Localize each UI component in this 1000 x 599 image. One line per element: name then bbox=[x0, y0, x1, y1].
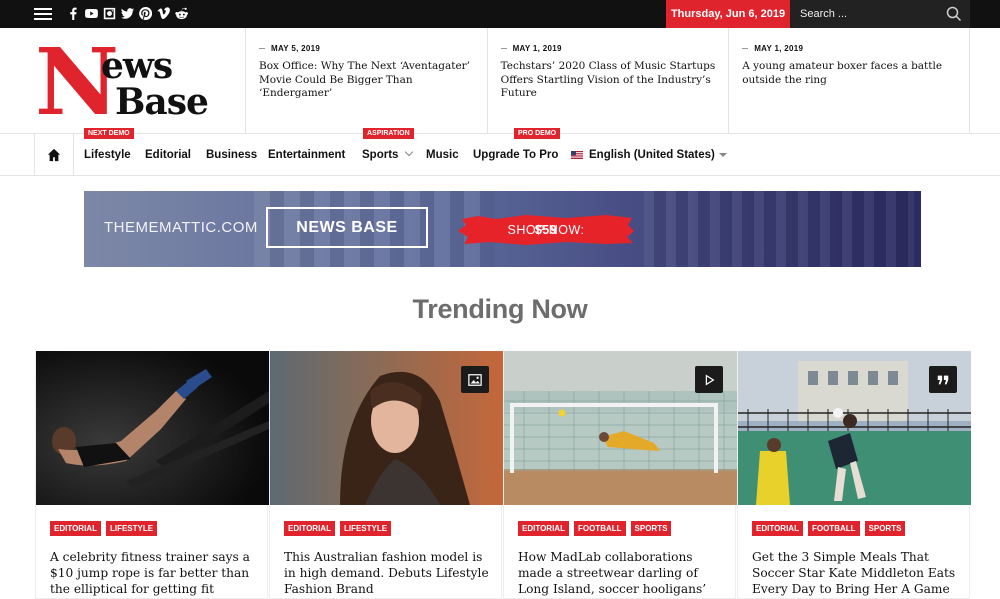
quote-icon[interactable] bbox=[929, 366, 957, 393]
current-date: Thursday, Jun 6, 2019 bbox=[666, 0, 790, 28]
nav-badge: ASPIRATION bbox=[363, 128, 414, 139]
menu-icon[interactable] bbox=[34, 8, 52, 20]
top-bar: Thursday, Jun 6, 2019 bbox=[0, 0, 1000, 28]
nav-label: Upgrade To Pro bbox=[473, 149, 559, 161]
headline-date: MAY 1, 2019 bbox=[742, 44, 957, 53]
tag-sports[interactable]: SPORTS bbox=[630, 521, 672, 536]
facebook-icon[interactable] bbox=[66, 6, 80, 20]
article-card[interactable]: EDITORIAL LIFESTYLE This Australian fash… bbox=[269, 351, 503, 599]
main-nav: NEXT DEMO Lifestyle Editorial Business E… bbox=[0, 128, 1000, 176]
article-tags: EDITORIAL FOOTBALL SPORTS bbox=[752, 521, 906, 536]
tag-editorial[interactable]: EDITORIAL bbox=[50, 521, 101, 536]
ad-banner[interactable]: THEMEMATTIC.COM NEWS BASE SHOP NOW: $59 bbox=[84, 191, 921, 267]
instagram-icon[interactable] bbox=[102, 6, 116, 20]
chevron-down-icon bbox=[405, 147, 414, 157]
nav-label: Lifestyle bbox=[84, 149, 131, 161]
nav-badge: PRO DEMO bbox=[514, 128, 561, 139]
vimeo-icon[interactable] bbox=[156, 6, 170, 20]
nav-item-sports[interactable]: ASPIRATION Sports bbox=[362, 128, 414, 176]
pinterest-icon[interactable] bbox=[138, 6, 152, 20]
article-tags: EDITORIAL LIFESTYLE bbox=[50, 521, 158, 536]
nav-item-business[interactable]: Business bbox=[206, 134, 257, 176]
nav-item-editorial[interactable]: Editorial bbox=[145, 134, 191, 176]
headline-item[interactable]: MAY 5, 2019 Box Office: Why The Next ‘Av… bbox=[245, 28, 487, 133]
headline-item[interactable]: MAY 1, 2019 A young amateur boxer faces … bbox=[728, 28, 970, 133]
shop-now-cta: SHOP NOW: bbox=[507, 223, 585, 237]
caret-down-icon[interactable] bbox=[719, 153, 727, 157]
search-box bbox=[790, 0, 970, 28]
banner-product: NEWS BASE bbox=[266, 207, 428, 248]
nav-label: Entertainment bbox=[268, 149, 346, 161]
search-input[interactable] bbox=[790, 0, 940, 28]
home-icon bbox=[47, 148, 61, 162]
video-play-icon[interactable] bbox=[695, 366, 723, 393]
us-flag-icon bbox=[571, 150, 583, 159]
nav-item-lifestyle[interactable]: NEXT DEMO Lifestyle bbox=[84, 128, 134, 176]
site-logo[interactable]: N ews Base bbox=[35, 36, 235, 128]
headline-title[interactable]: Techstars’ 2020 Class of Music Startups … bbox=[501, 60, 717, 101]
article-title[interactable]: How MadLab collaborations made a streetw… bbox=[518, 550, 728, 599]
language-label: English (United States) bbox=[589, 149, 715, 161]
article-card[interactable]: EDITORIAL FOOTBALL SPORTS How MadLab col… bbox=[503, 351, 737, 599]
nav-label: Business bbox=[206, 149, 258, 161]
shop-now-text: SHOP NOW: $59 bbox=[456, 213, 636, 247]
tag-editorial[interactable]: EDITORIAL bbox=[518, 521, 569, 536]
tag-editorial[interactable]: EDITORIAL bbox=[752, 521, 803, 536]
nav-label: Editorial bbox=[145, 149, 192, 161]
article-tags: EDITORIAL FOOTBALL SPORTS bbox=[518, 521, 672, 536]
tag-football[interactable]: FOOTBALL bbox=[573, 521, 626, 536]
twitter-icon[interactable] bbox=[120, 6, 134, 20]
nav-label: Sports bbox=[362, 149, 399, 161]
headline-title[interactable]: Box Office: Why The Next ‘Aventagater’ M… bbox=[259, 60, 475, 101]
shop-now-button[interactable]: SHOP NOW: $59 bbox=[456, 213, 636, 247]
nav-item-entertainment[interactable]: Entertainment bbox=[268, 134, 345, 176]
home-button[interactable] bbox=[34, 134, 74, 176]
logo-word-1: ews bbox=[101, 45, 173, 87]
tag-football[interactable]: FOOTBALL bbox=[807, 521, 860, 536]
tag-lifestyle[interactable]: LIFESTYLE bbox=[339, 521, 392, 536]
nav-item-music[interactable]: Music bbox=[426, 134, 459, 176]
header-headlines: MAY 5, 2019 Box Office: Why The Next ‘Av… bbox=[245, 28, 970, 133]
article-title[interactable]: Get the 3 Simple Meals That Soccer Star … bbox=[752, 550, 962, 597]
article-image-soccer-player[interactable] bbox=[738, 351, 971, 505]
reddit-icon[interactable] bbox=[174, 6, 188, 20]
social-links bbox=[66, 6, 188, 20]
section-title: Trending Now bbox=[412, 294, 588, 324]
tag-editorial[interactable]: EDITORIAL bbox=[284, 521, 335, 536]
article-image-fitness[interactable] bbox=[36, 351, 269, 505]
article-card[interactable]: EDITORIAL FOOTBALL SPORTS Get the 3 Simp… bbox=[737, 351, 971, 599]
language-selector[interactable]: English (United States) bbox=[571, 134, 715, 176]
nav-label: Music bbox=[426, 149, 459, 161]
article-title[interactable]: This Australian fashion model is in high… bbox=[284, 550, 494, 597]
trending-cards: EDITORIAL LIFESTYLE A celebrity fitness … bbox=[35, 351, 971, 599]
article-image-goalkeeper[interactable] bbox=[504, 351, 737, 505]
gallery-icon[interactable] bbox=[461, 366, 489, 393]
headline-date: MAY 1, 2019 bbox=[501, 44, 717, 53]
search-icon[interactable] bbox=[946, 6, 962, 22]
tag-lifestyle[interactable]: LIFESTYLE bbox=[105, 521, 158, 536]
headline-item[interactable]: MAY 1, 2019 Techstars’ 2020 Class of Mus… bbox=[486, 28, 729, 133]
youtube-icon[interactable] bbox=[84, 6, 98, 20]
tag-sports[interactable]: SPORTS bbox=[864, 521, 906, 536]
nav-item-upgrade[interactable]: PRO DEMO Upgrade To Pro bbox=[473, 128, 561, 176]
article-title[interactable]: A celebrity fitness trainer says a $10 j… bbox=[50, 550, 260, 597]
article-tags: EDITORIAL LIFESTYLE bbox=[284, 521, 392, 536]
nav-badge: NEXT DEMO bbox=[84, 128, 134, 139]
article-image-model[interactable] bbox=[270, 351, 503, 505]
banner-brand: THEMEMATTIC.COM bbox=[104, 219, 258, 236]
logo-word-2: Base bbox=[115, 81, 209, 123]
headline-date: MAY 5, 2019 bbox=[259, 44, 475, 53]
headline-title[interactable]: A young amateur boxer faces a battle out… bbox=[742, 60, 957, 87]
article-card[interactable]: EDITORIAL LIFESTYLE A celebrity fitness … bbox=[35, 351, 269, 599]
banner-desk-image bbox=[644, 191, 914, 267]
